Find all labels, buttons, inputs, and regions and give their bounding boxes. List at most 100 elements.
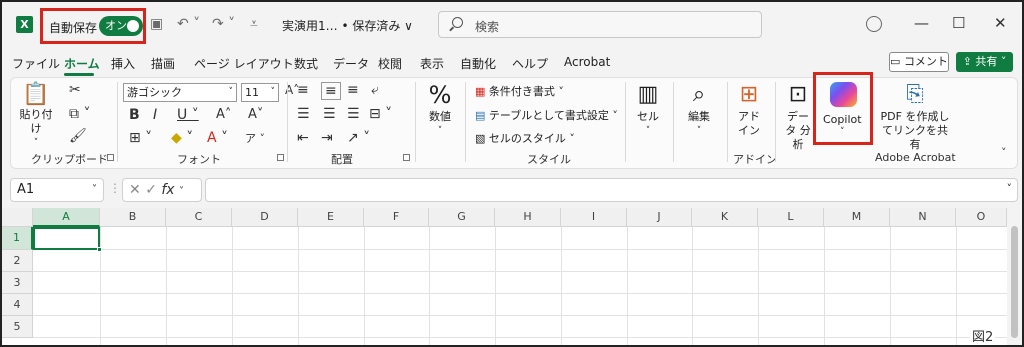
column-header[interactable]: A [33,208,100,227]
copilot-icon[interactable] [830,82,857,107]
formula-input[interactable] [205,178,1018,202]
row-header[interactable]: 5 [2,316,33,338]
expand-formula-icon[interactable]: ˅ [1007,182,1013,195]
tab-acrobat[interactable]: Acrobat [564,55,610,69]
merge-center-icon[interactable]: ⊟ ˅ [369,106,392,122]
column-header[interactable]: O [956,208,1007,227]
scrollbar-thumb[interactable] [1011,226,1018,338]
row-header[interactable]: 3 [2,272,33,294]
acrobat-create-pdf-button[interactable]: ⎘ PDF を作成し てリンクを共有 [877,80,953,152]
undo-icon[interactable]: ↶ ˅ [177,16,200,32]
wrap-text-icon[interactable]: ⤶ [371,82,379,98]
chevron-down-icon[interactable]: ˅ [840,127,845,137]
customize-qat-icon[interactable]: ⩡ [250,16,258,32]
fill-color-icon[interactable]: ◆ ˅ [171,130,193,146]
vertical-scrollbar[interactable] [1007,208,1022,345]
account-icon[interactable] [866,16,882,32]
align-center-icon[interactable]: ☰ [323,106,336,122]
maximize-icon[interactable]: ☐ [952,14,965,32]
magnifier-icon: ⌕ [692,82,706,107]
row-header[interactable]: 1 [2,227,33,250]
column-header[interactable]: B [100,208,166,227]
increase-font-size-icon[interactable]: A˄ [216,107,231,122]
tab-help[interactable]: ヘルプ [512,55,548,72]
autosave-toggle[interactable]: オン [99,16,143,36]
ribbon-collapse-icon[interactable]: ˅ [1001,146,1007,159]
tab-review[interactable]: 校閲 [378,55,402,72]
cell-styles-button[interactable]: ▧ セルのスタイル ˅ [475,130,575,146]
tab-home[interactable]: ホーム [64,55,100,72]
underline-icon[interactable]: U ˅ [177,107,199,123]
share-button[interactable]: ⇪ 共有 ˅ [956,52,1013,72]
redo-icon[interactable]: ↷ ˅ [212,16,235,32]
tab-formulas[interactable]: 数式 [294,55,318,72]
increase-indent-icon[interactable]: ⇥ [321,130,333,146]
cells-button[interactable]: ▥ セル ˅ [631,80,665,138]
row-header[interactable]: 4 [2,294,33,316]
column-header[interactable]: F [364,208,429,227]
clipboard-launcher-icon[interactable] [107,154,114,161]
column-header[interactable]: H [495,208,561,227]
format-painter-icon[interactable]: 🖌 [69,128,87,144]
align-middle-icon[interactable]: ≡ [321,82,341,100]
select-all-corner[interactable] [2,208,33,227]
italic-icon[interactable]: I [153,107,157,123]
border-icon[interactable]: ⊞ ˅ [129,130,152,146]
comment-button[interactable]: ▭ コメント [889,52,949,72]
column-header[interactable]: I [561,208,627,227]
font-size-select[interactable]: 11 ˅ [241,83,279,102]
decrease-font-size-icon[interactable]: A˅ [248,107,263,122]
alignment-launcher-icon[interactable] [403,154,410,161]
decrease-indent-icon[interactable]: ⇤ [297,130,309,146]
data-analysis-button[interactable]: ⊡ データ 分析 [781,80,815,152]
paste-button[interactable]: 📋 貼り付け ˅ [19,82,53,150]
tab-page-layout[interactable]: ページ レイアウト [194,55,294,72]
tab-file[interactable]: ファイル [12,55,60,72]
copilot-button-label[interactable]: Copilot [823,113,862,126]
orientation-icon[interactable]: ↗ ˅ [347,130,370,146]
align-left-icon[interactable]: ☰ [297,106,310,122]
tab-view[interactable]: 表示 [420,55,444,72]
font-launcher-icon[interactable] [277,154,284,161]
phonetic-icon[interactable]: ア ˅ [245,130,265,146]
conditional-format-button[interactable]: ▦ 条件付き書式 ˅ [475,83,564,99]
column-header[interactable]: K [692,208,758,227]
tab-draw[interactable]: 描画 [151,55,175,72]
fill-handle[interactable] [97,247,102,252]
tab-automate[interactable]: 自動化 [460,55,496,72]
tab-data[interactable]: データ [333,55,369,72]
column-header[interactable]: G [429,208,495,227]
column-header[interactable]: M [824,208,890,227]
minimize-icon[interactable]: — [914,14,929,32]
tab-insert[interactable]: 挿入 [111,55,135,72]
insert-function-icon[interactable]: fx [161,182,174,198]
active-cell-a1[interactable] [33,227,100,250]
save-icon[interactable]: ▣ [150,16,163,32]
cut-icon[interactable]: ✂ [69,82,81,98]
search-box[interactable]: 検索 [438,11,762,38]
column-header[interactable]: D [232,208,298,227]
number-format-button[interactable]: % 数値 ˅ [423,80,457,138]
cell-style-icon: ▧ [475,132,486,145]
close-icon[interactable]: ✕ [994,14,1007,32]
font-color-icon[interactable]: A ˅ [207,130,228,146]
bold-icon[interactable]: B [129,107,140,123]
name-box[interactable]: A1 ˅ [10,178,104,202]
addins-button[interactable]: ⊞ アド イン [731,80,767,138]
column-header[interactable]: N [890,208,956,227]
align-top-icon[interactable]: ≡ [297,82,309,98]
column-header[interactable]: L [758,208,824,227]
align-right-icon[interactable]: ☰ [347,106,360,122]
editing-button[interactable]: ⌕ 編集 ˅ [679,80,719,138]
enter-icon[interactable]: ✓ [145,182,157,198]
column-header[interactable]: E [298,208,364,227]
cancel-icon[interactable]: ✕ [129,182,141,198]
column-header[interactable]: J [627,208,692,227]
format-as-table-button[interactable]: ▤ テーブルとして書式設定 ˅ [475,107,618,123]
document-title[interactable]: 実演用1… • 保存済み ∨ [282,17,413,34]
font-name-select[interactable]: 游ゴシック ˅ [123,83,237,102]
copy-icon[interactable]: ⧉ ˅ [69,106,90,122]
row-header[interactable]: 2 [2,250,33,272]
align-bottom-icon[interactable]: ≡ [347,82,359,98]
column-header[interactable]: C [166,208,232,227]
